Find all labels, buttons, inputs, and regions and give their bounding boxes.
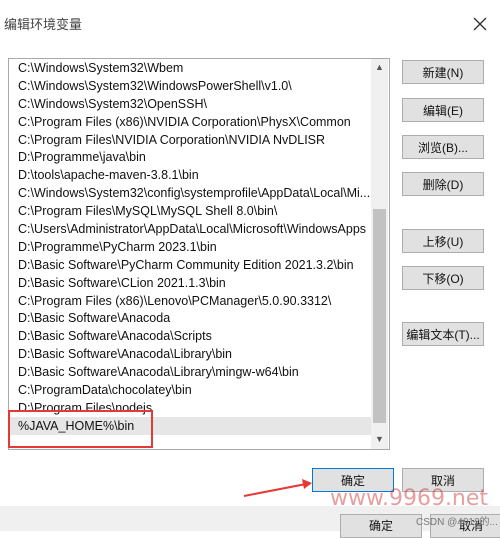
edit-text-button[interactable]: 编辑文本(T)... xyxy=(402,322,484,346)
new-button[interactable]: 新建(N) xyxy=(402,60,484,84)
path-list-item[interactable]: D:\Basic Software\CLion 2021.1.3\bin xyxy=(9,274,371,292)
path-list-item[interactable]: C:\Windows\System32\OpenSSH\ xyxy=(9,95,371,113)
path-list-item[interactable]: C:\Windows\System32\Wbem xyxy=(9,59,371,77)
move-down-button[interactable]: 下移(O) xyxy=(402,266,484,290)
path-list-item[interactable]: C:\Program Files (x86)\Lenovo\PCManager\… xyxy=(9,292,371,310)
path-list-item[interactable]: D:\Basic Software\Anacoda\Scripts xyxy=(9,327,371,345)
title-bar: 编辑环境变量 xyxy=(0,0,500,48)
path-list-item[interactable]: D:\Basic Software\Anacoda\Library\bin xyxy=(9,345,371,363)
background-ok-button[interactable]: 确定 xyxy=(340,514,422,538)
path-list-item[interactable]: D:\Basic Software\PyCharm Community Edit… xyxy=(9,256,371,274)
path-list-item[interactable]: C:\Windows\System32\WindowsPowerShell\v1… xyxy=(9,77,371,95)
path-list-item[interactable]: C:\Users\Administrator\AppData\Local\Mic… xyxy=(9,220,371,238)
path-list-item[interactable]: D:\tools\apache-maven-3.8.1\bin xyxy=(9,166,371,184)
path-list-item[interactable]: C:\Program Files\NVIDIA Corporation\NVID… xyxy=(9,131,371,149)
path-list-item[interactable]: C:\Program Files (x86)\NVIDIA Corporatio… xyxy=(9,113,371,131)
path-listbox[interactable]: C:\Windows\System32\Wbem C:\Windows\Syste… xyxy=(8,58,390,450)
edit-env-var-dialog: 编辑环境变量 C:\Windows\System32\Wbem C:\Window… xyxy=(0,0,500,538)
window-title: 编辑环境变量 xyxy=(4,17,83,32)
path-list-item[interactable]: C:\Windows\System32\config\systemprofile… xyxy=(9,184,371,202)
vertical-scrollbar[interactable]: ▲ ▼ xyxy=(371,59,388,449)
scroll-down-arrow-icon[interactable]: ▼ xyxy=(371,431,388,448)
csdn-credit: CSDN @4012的... xyxy=(416,517,498,528)
close-icon[interactable] xyxy=(472,16,488,32)
browse-button[interactable]: 浏览(B)... xyxy=(402,135,484,159)
move-up-button[interactable]: 上移(U) xyxy=(402,229,484,253)
path-list-item[interactable]: D:\Programme\java\bin xyxy=(9,148,371,166)
watermark: www.9969.net xyxy=(330,486,489,511)
delete-button[interactable]: 删除(D) xyxy=(402,172,484,196)
path-list-item[interactable]: D:\Basic Software\Anacoda xyxy=(9,309,371,327)
edit-button[interactable]: 编辑(E) xyxy=(402,98,484,122)
path-list-item[interactable]: C:\Program Files\MySQL\MySQL Shell 8.0\b… xyxy=(9,202,371,220)
path-list-item[interactable]: D:\Basic Software\Anacoda\Library\mingw-… xyxy=(9,363,371,381)
path-list-item[interactable]: D:\Programme\PyCharm 2023.1\bin xyxy=(9,238,371,256)
annotation-highlight-box xyxy=(8,410,153,448)
path-list: C:\Windows\System32\Wbem C:\Windows\Syste… xyxy=(9,59,371,435)
scroll-up-arrow-icon[interactable]: ▲ xyxy=(371,59,388,76)
path-list-item[interactable]: C:\ProgramData\chocolatey\bin xyxy=(9,381,371,399)
annotation-arrow-icon xyxy=(243,479,312,497)
scroll-thumb[interactable] xyxy=(373,209,386,423)
